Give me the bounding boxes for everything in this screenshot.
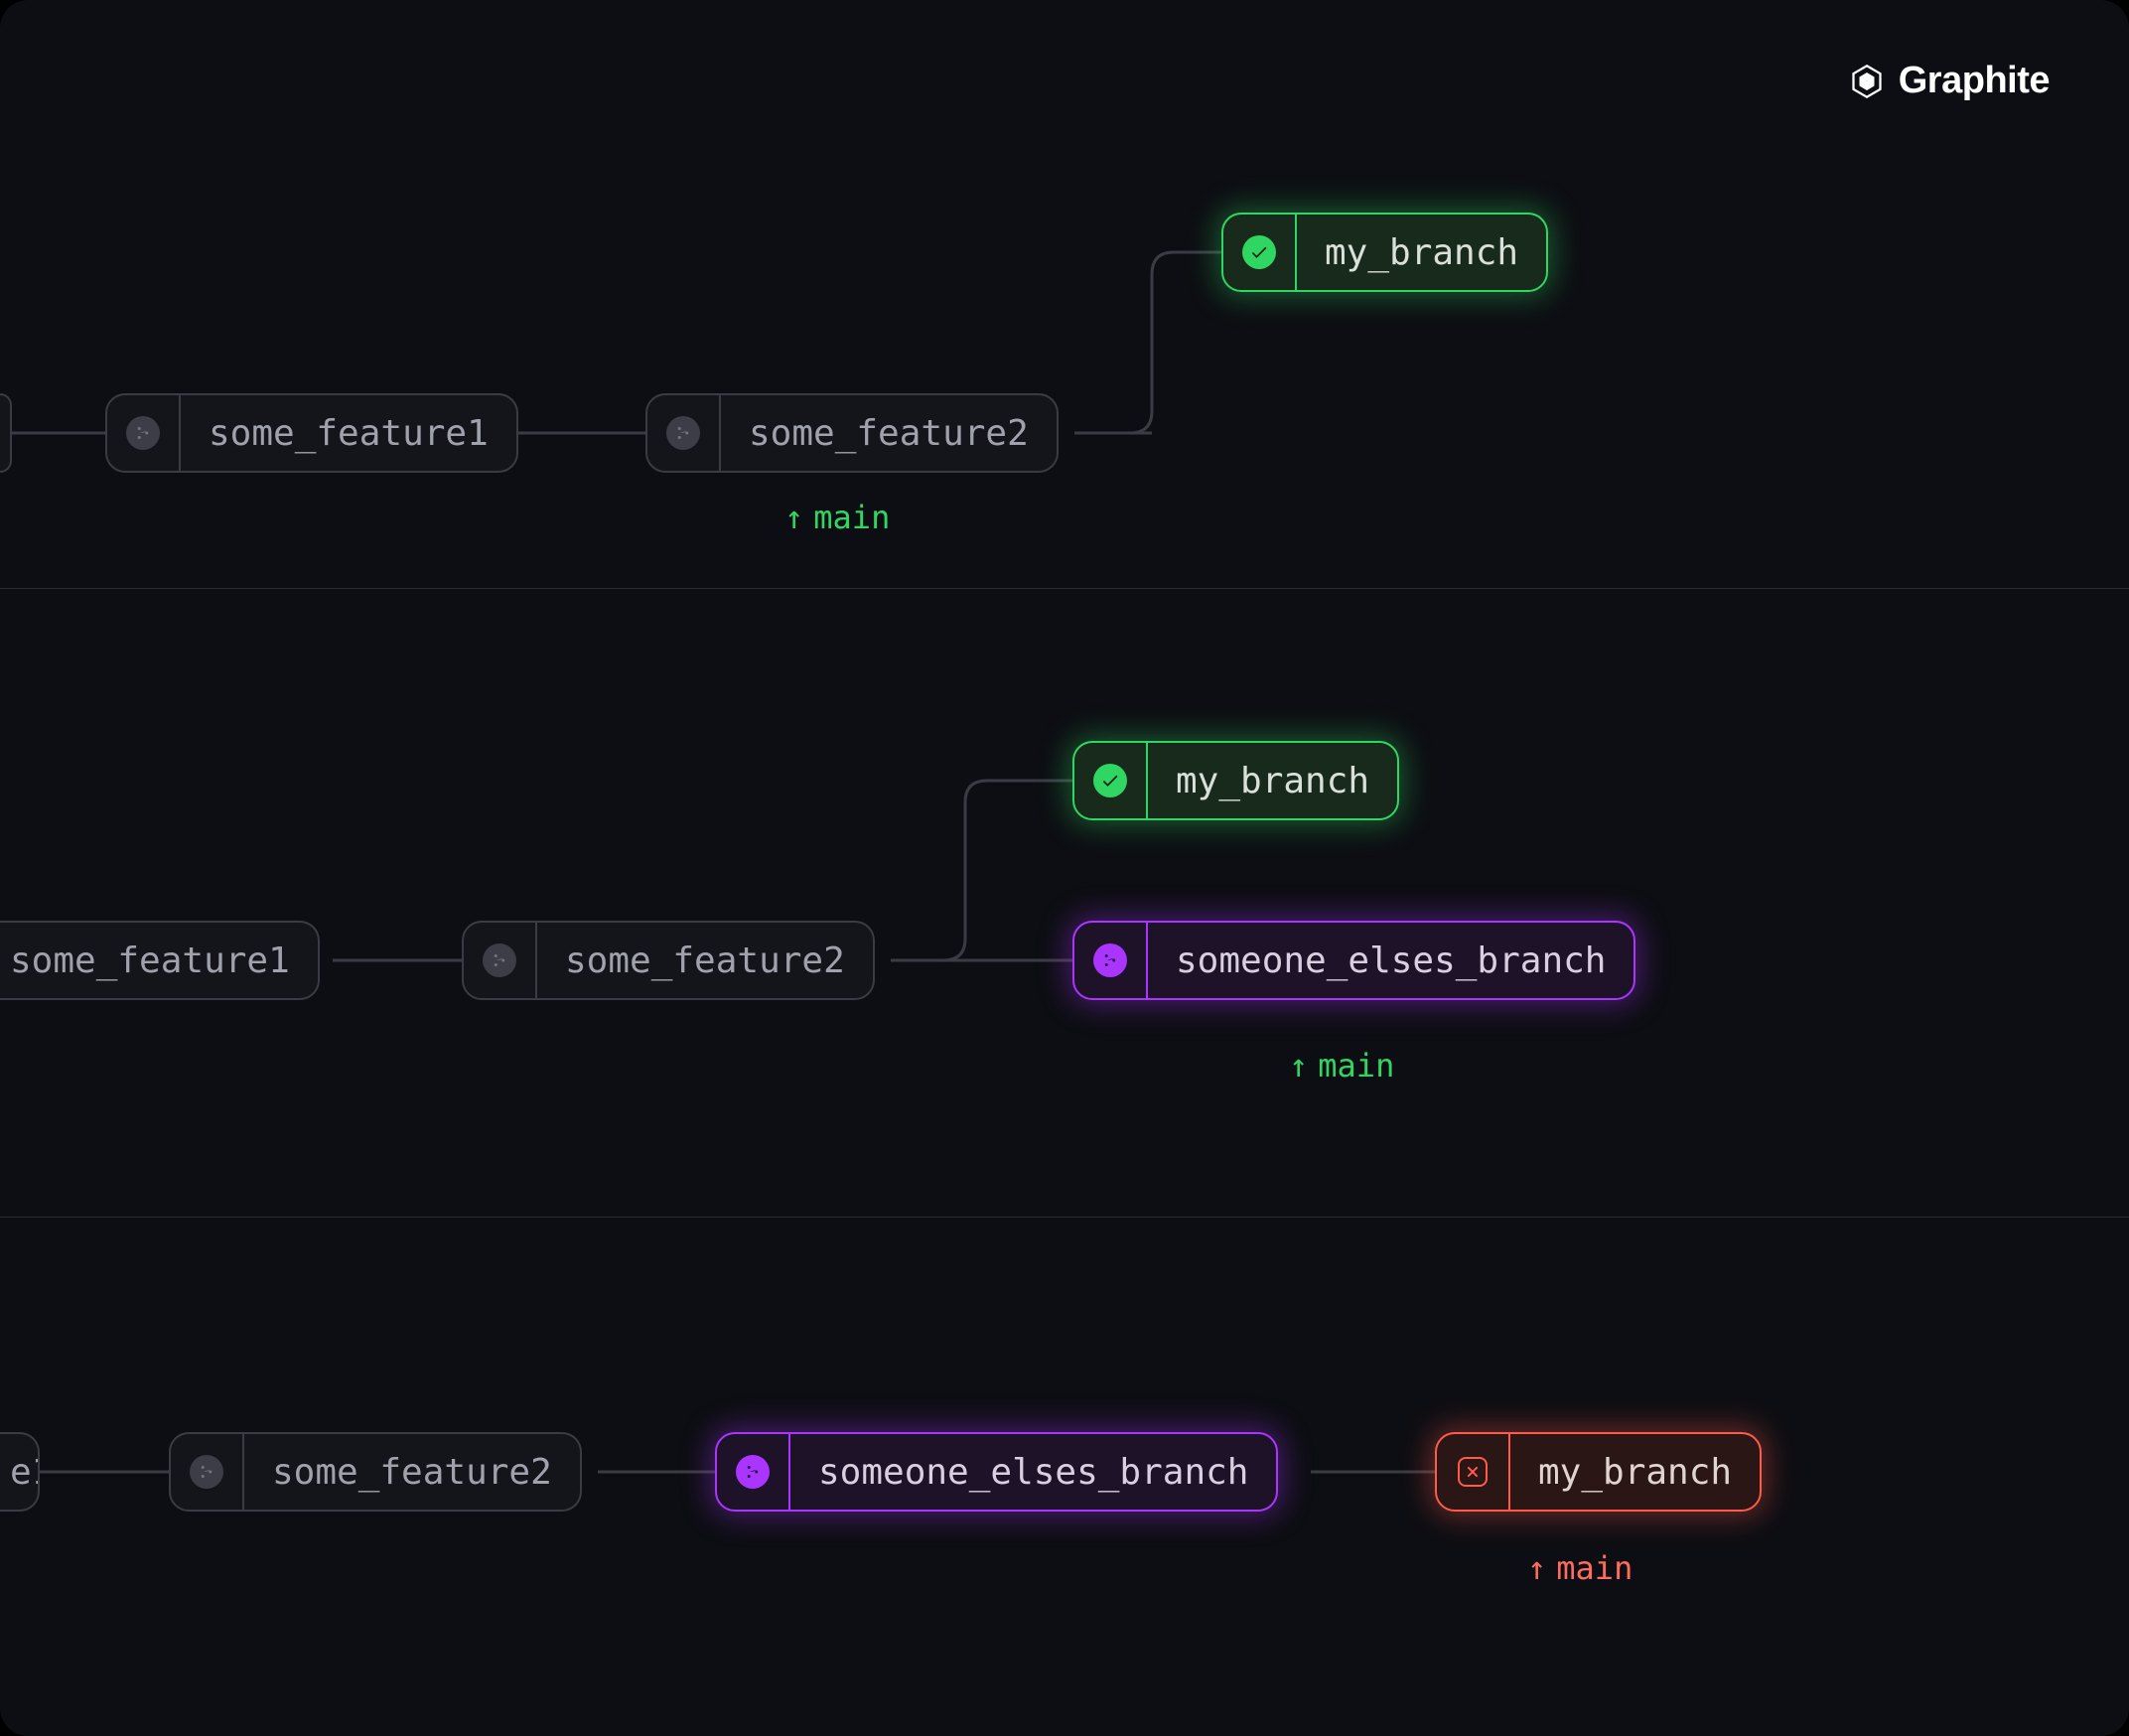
brand: Graphite [1849,60,2050,102]
arrow-up-icon: ↑ [1289,1047,1308,1085]
branch-label: some_feature1 [0,923,318,998]
check-icon [1223,215,1297,290]
branch-label: some_feature2 [721,395,1057,471]
merge-icon [1074,923,1148,998]
branch-node-some-feature2[interactable]: some_feature2 [169,1432,582,1512]
merge-icon [464,923,537,998]
branch-node-some-feature1[interactable]: some_feature1 [0,921,320,1000]
branch-node-edge[interactable]: e1 [0,1432,40,1512]
main-pointer-label: main [1318,1047,1394,1085]
branch-node-edge[interactable] [0,393,12,473]
branch-node-someone-elses[interactable]: someone_elses_branch [1072,921,1635,1000]
diagram-canvas: Graphite some_feature1 some_feature2 [0,0,2129,1736]
branch-label: my_branch [1148,743,1397,818]
branch-label: my_branch [1510,1434,1760,1510]
error-icon [1437,1434,1510,1510]
main-pointer-label: main [1556,1549,1632,1587]
branch-label: e1 [0,1434,40,1510]
graphite-logo-icon [1849,64,1885,99]
arrow-up-icon: ↑ [784,499,803,536]
branch-node-my-branch[interactable]: my_branch [1221,213,1548,292]
brand-label: Graphite [1899,60,2050,102]
branch-label: my_branch [1297,215,1546,290]
check-icon [1074,743,1148,818]
branch-label: some_feature1 [181,395,516,471]
branch-node-some-feature1[interactable]: some_feature1 [105,393,518,473]
merge-icon [647,395,721,471]
branch-label: some_feature2 [537,923,873,998]
main-pointer: ↑ main [1527,1549,1632,1587]
branch-label: someone_elses_branch [790,1434,1276,1510]
branch-node-someone-elses[interactable]: someone_elses_branch [715,1432,1278,1512]
branch-node-some-feature2[interactable]: some_feature2 [645,393,1059,473]
arrow-up-icon: ↑ [1527,1549,1546,1587]
merge-icon [171,1434,244,1510]
main-pointer: ↑ main [784,499,890,536]
main-pointer: ↑ main [1289,1047,1394,1085]
main-pointer-label: main [813,499,890,536]
branch-node-some-feature2[interactable]: some_feature2 [462,921,875,1000]
merge-icon [107,395,181,471]
scene-divider [0,1217,2129,1218]
branch-node-my-branch[interactable]: my_branch [1072,741,1399,820]
merge-icon [717,1434,790,1510]
branch-label: some_feature2 [244,1434,580,1510]
scene-divider [0,588,2129,589]
branch-node-my-branch-conflict[interactable]: my_branch [1435,1432,1762,1512]
branch-label: someone_elses_branch [1148,923,1633,998]
